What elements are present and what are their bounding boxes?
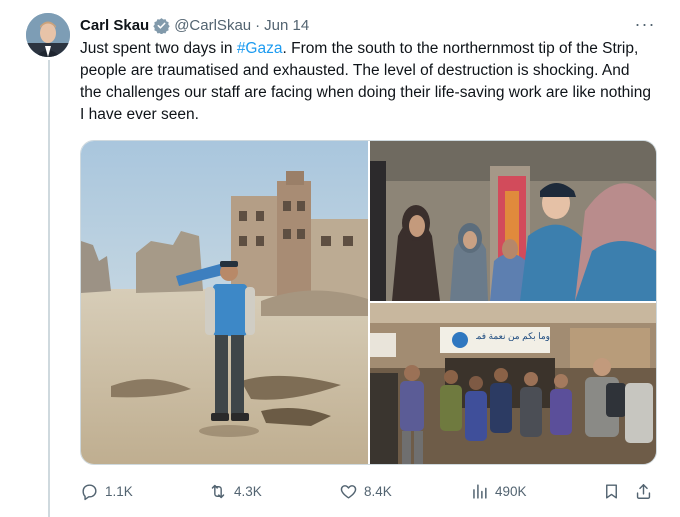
- media-image-destroyed-street[interactable]: [81, 141, 368, 464]
- tweet-container: Carl Skau @CarlSkau · Jun 14 ··· Just sp…: [0, 0, 680, 517]
- separator-dot: ·: [255, 16, 261, 34]
- author-name[interactable]: Carl Skau: [80, 17, 149, 34]
- reply-count: 1.1K: [105, 483, 133, 499]
- bookmark-button[interactable]: [602, 476, 621, 506]
- bookmark-icon: [602, 482, 621, 501]
- heart-icon: [339, 482, 358, 501]
- media-grid: وما بكم من نعمة فمن الله: [80, 140, 657, 465]
- tweet-date[interactable]: Jun 14: [264, 17, 309, 34]
- verified-badge-icon: [153, 17, 170, 34]
- reply-button[interactable]: 1.1K: [80, 476, 133, 506]
- analytics-bar-icon: [470, 482, 489, 501]
- share-button[interactable]: [634, 476, 653, 506]
- more-options-icon[interactable]: ···: [632, 14, 658, 34]
- like-count: 8.4K: [364, 483, 392, 499]
- like-button[interactable]: 8.4K: [339, 476, 392, 506]
- views-count: 490K: [495, 483, 527, 499]
- repost-button[interactable]: 4.3K: [208, 476, 262, 506]
- author-handle[interactable]: @CarlSkau: [174, 17, 251, 34]
- media-image-distribution-point[interactable]: وما بكم من نعمة فمن الله: [370, 303, 656, 464]
- repost-icon: [208, 482, 228, 501]
- reply-icon: [80, 482, 99, 501]
- hashtag-link[interactable]: #Gaza: [237, 40, 283, 57]
- media-image-conversation[interactable]: [370, 141, 656, 301]
- tweet-actions: 1.1K 4.3K 8.4K 490K: [80, 476, 655, 506]
- media-sign-text: وما بكم من نعمة فمن الله: [476, 331, 550, 341]
- tweet-text: Just spent two days in #Gaza. From the s…: [80, 38, 655, 126]
- share-icon: [634, 482, 653, 501]
- tweet-text-part-1: Just spent two days in: [80, 40, 237, 57]
- repost-count: 4.3K: [234, 483, 262, 499]
- views-button[interactable]: 490K: [470, 476, 527, 506]
- tweet-header: Carl Skau @CarlSkau · Jun 14: [80, 15, 309, 35]
- avatar[interactable]: [26, 13, 70, 57]
- thread-line: [48, 60, 50, 517]
